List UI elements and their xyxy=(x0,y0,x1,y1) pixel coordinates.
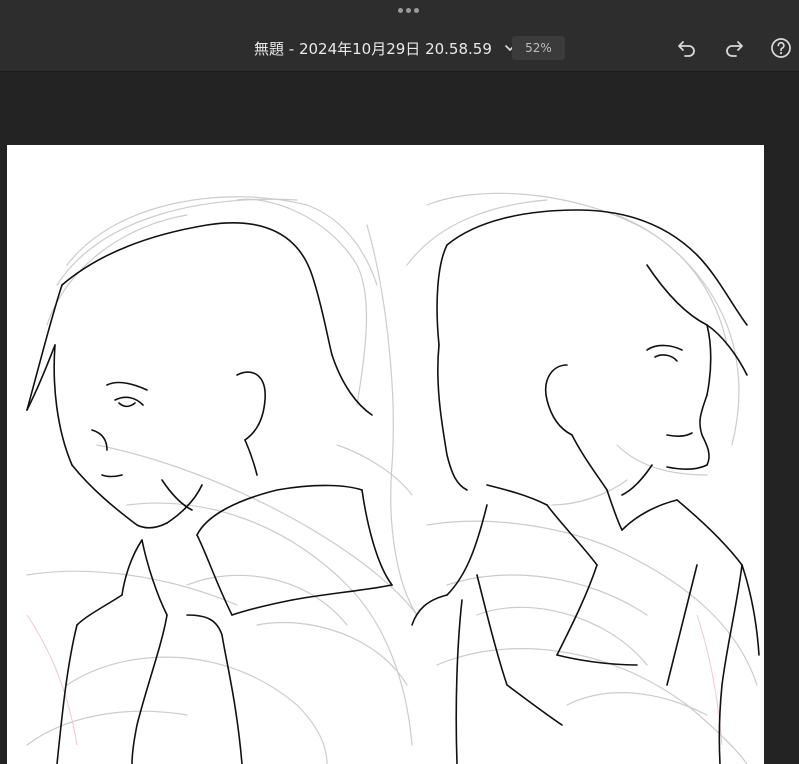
document-title: 無題 - 2024年10月29日 20.58.59 xyxy=(254,39,492,58)
redo-button[interactable] xyxy=(721,35,747,61)
help-button[interactable] xyxy=(768,35,794,61)
help-icon xyxy=(771,38,791,58)
zoom-level-button[interactable]: 52% xyxy=(512,36,565,60)
redo-icon xyxy=(726,41,743,57)
pink-guide-layer xyxy=(26,614,723,746)
undo-button[interactable] xyxy=(674,35,700,61)
drawing-app: 無題 - 2024年10月29日 20.58.59 52% xyxy=(0,0,799,764)
sketch-artwork xyxy=(26,192,760,764)
right-character-lineart xyxy=(411,209,760,764)
undo-icon xyxy=(678,41,695,57)
rough-sketch-layer xyxy=(26,192,758,764)
top-toolbar: 無題 - 2024年10月29日 20.58.59 52% xyxy=(0,0,799,72)
grip-dot xyxy=(414,8,419,13)
left-character-lineart xyxy=(26,222,393,764)
grip-dot xyxy=(406,8,411,13)
more-horizontal-icon[interactable] xyxy=(398,8,419,13)
grip-dot xyxy=(398,8,403,13)
document-title-menu[interactable]: 無題 - 2024年10月29日 20.58.59 xyxy=(254,36,516,60)
drawing-canvas[interactable] xyxy=(7,145,764,764)
zoom-level: 52% xyxy=(525,41,552,55)
